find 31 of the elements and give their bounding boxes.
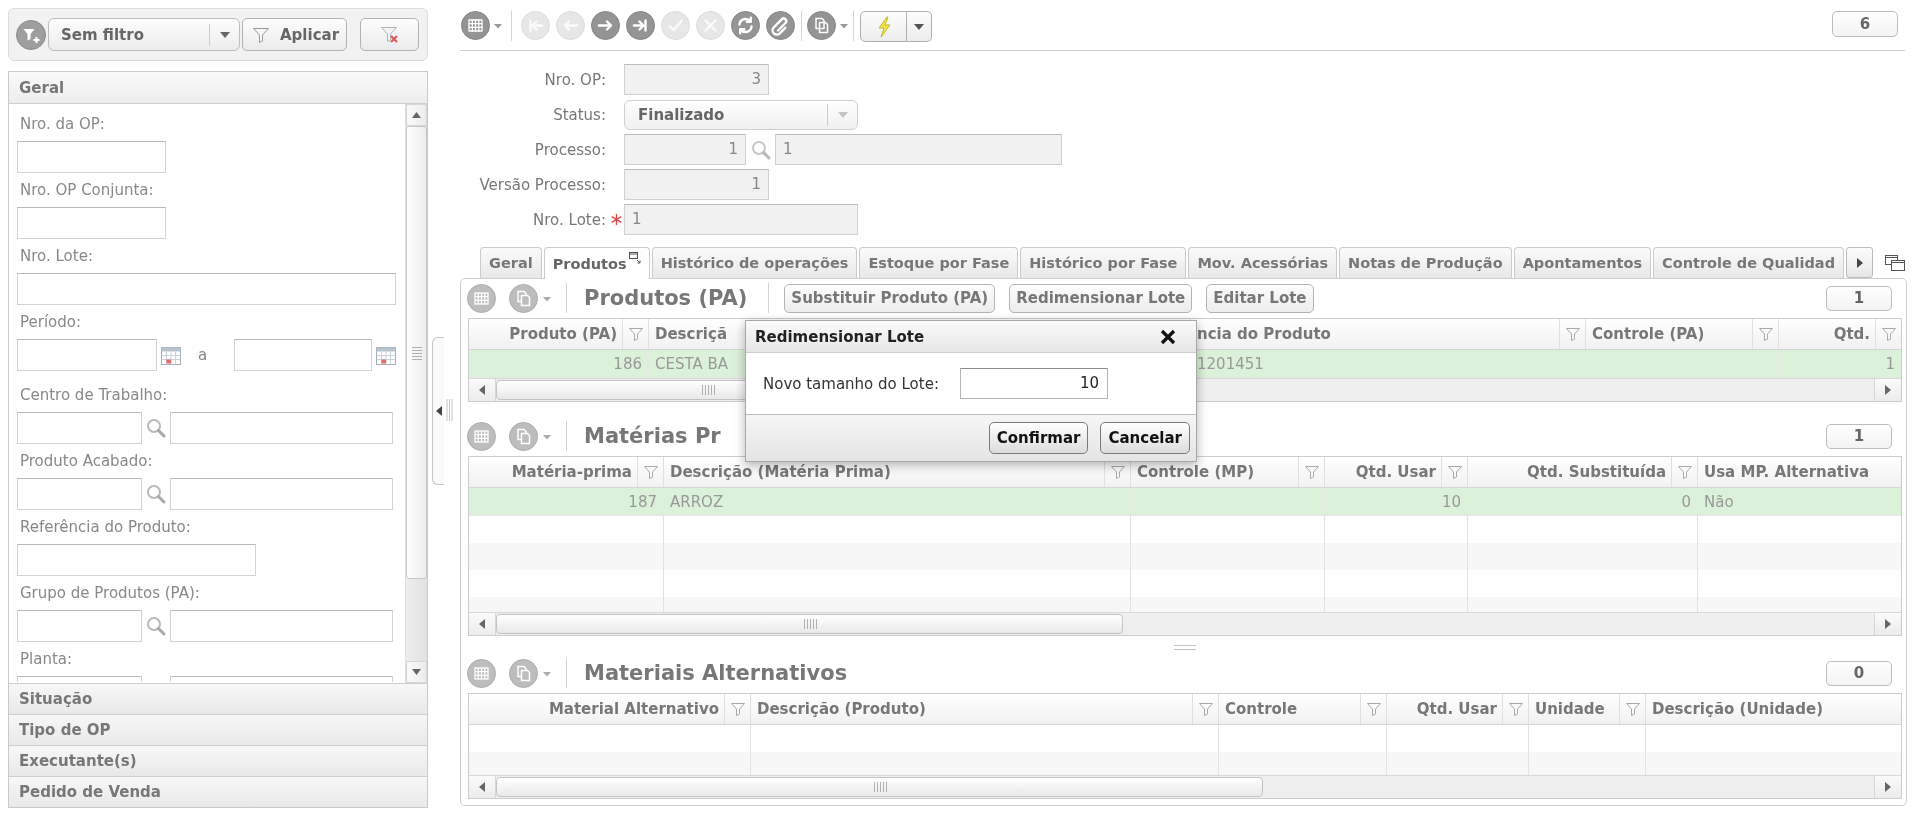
grid-cell: 0 <box>1468 488 1698 515</box>
grid-cell: ARROZ <box>664 488 1131 515</box>
field-label: Nro. Lote: <box>20 246 93 266</box>
field-label: Grupo de Produtos (PA): <box>20 583 200 603</box>
grid-cell: 10 <box>1325 488 1468 515</box>
grid-cell-text: Não <box>1703 491 1735 513</box>
field-label: Nro. OP: <box>543 70 606 89</box>
grid-cell-text: 1 <box>1884 353 1896 375</box>
section-title: Produtos (PA) <box>584 286 748 310</box>
range-separator: a <box>198 345 208 365</box>
field-label: Processo: <box>533 140 606 159</box>
field-label: Status: <box>552 105 606 124</box>
field-label: Novo tamanho do Lote: <box>763 374 939 393</box>
field-label: Produto Acabado: <box>20 451 153 471</box>
dialog-title: Redimensionar Lote <box>755 327 926 346</box>
field-label: Nro. Lote: <box>532 210 606 229</box>
field-label: Versão Processo: <box>478 175 606 194</box>
record-count-badge: 6 <box>1832 11 1898 37</box>
field-label: Período: <box>20 312 81 332</box>
record-count-badge: 0 <box>1826 660 1892 686</box>
field-label: Nro. OP Conjunta: <box>20 180 154 200</box>
grid-cell: 186 <box>469 350 649 377</box>
grid-cell: 187 <box>469 488 664 515</box>
section-title: Materiais Alternativos <box>584 661 848 685</box>
field-label: Planta: <box>20 649 73 669</box>
field-label: Referência do Produto: <box>20 517 191 537</box>
record-count-badge: 1 <box>1826 285 1892 311</box>
field-label: Nro. da OP: <box>20 114 105 134</box>
record-count-badge: 1 <box>1826 423 1892 449</box>
section-title: Matérias Pr <box>584 424 721 448</box>
field-label: Centro de Trabalho: <box>20 385 168 405</box>
